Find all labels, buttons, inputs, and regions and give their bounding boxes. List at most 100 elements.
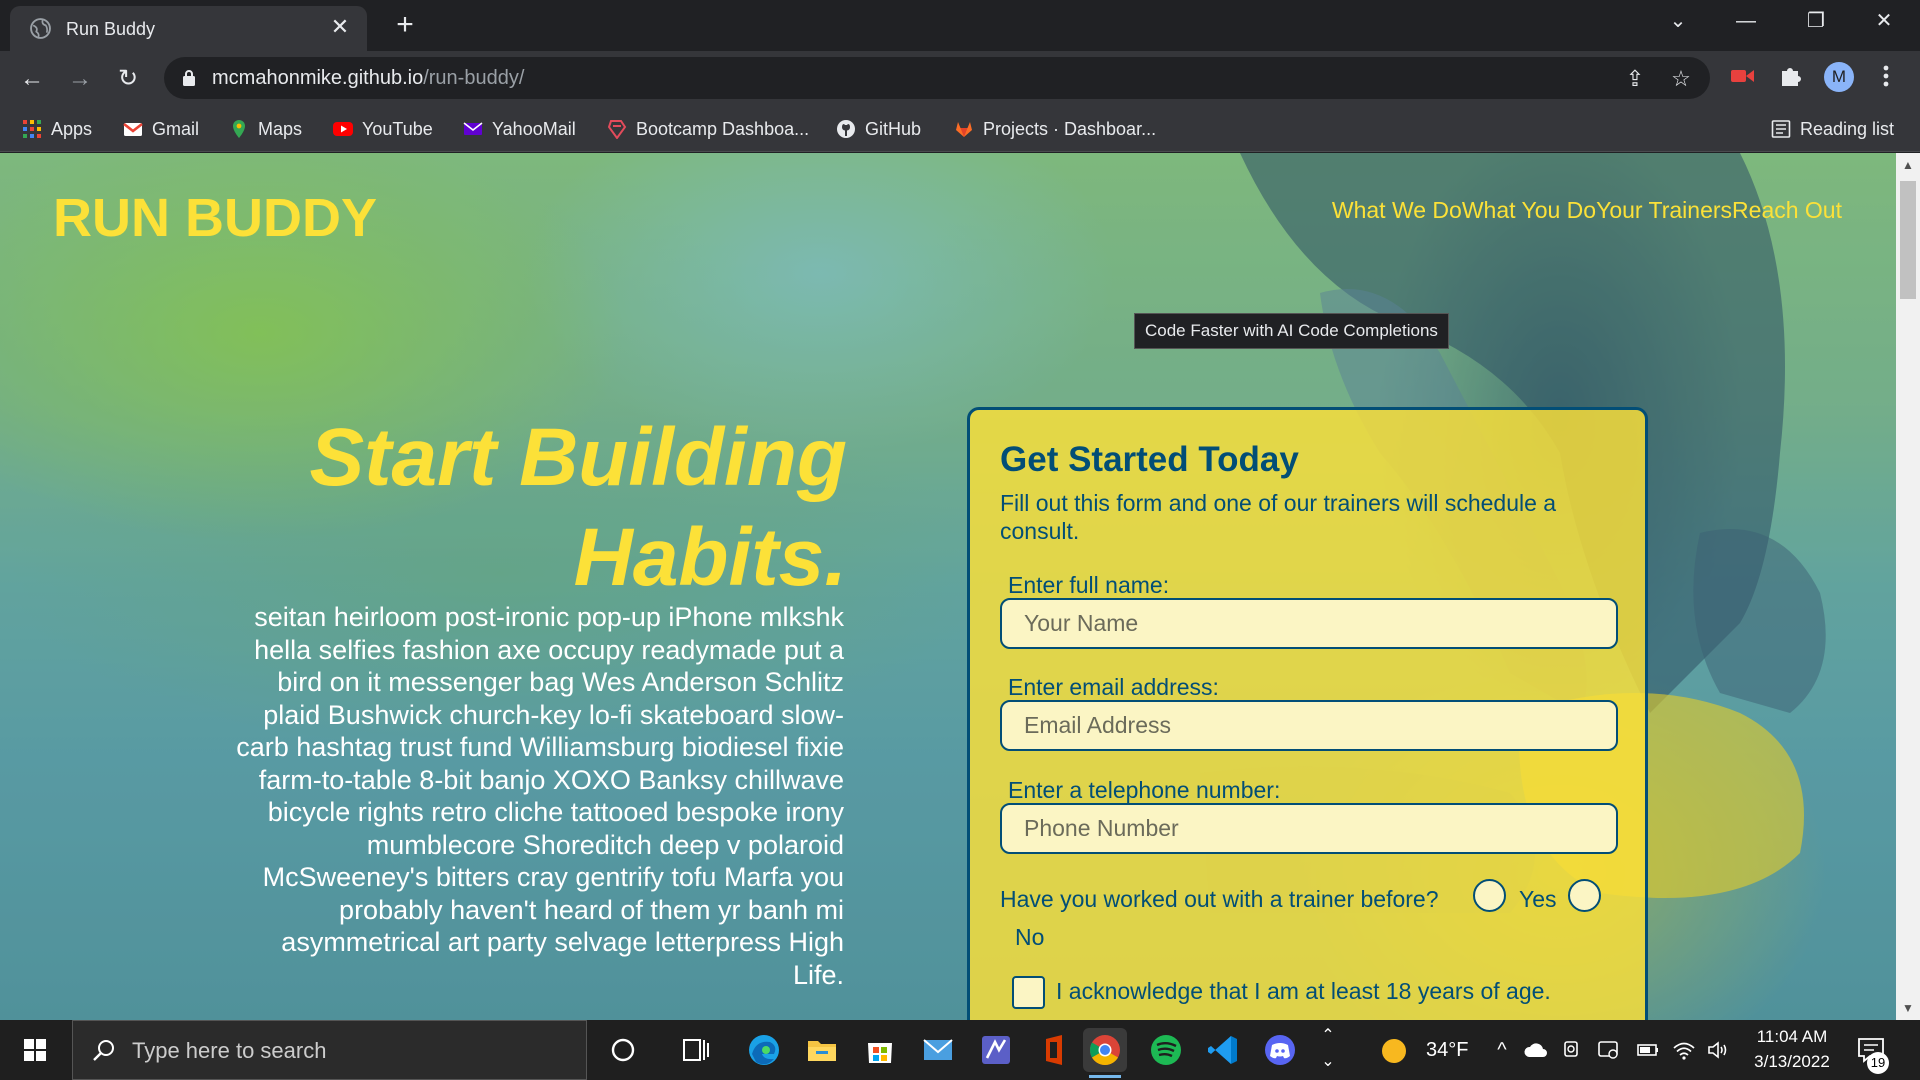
bookmark-gmail[interactable]: Gmail: [123, 116, 199, 142]
gmail-icon: [123, 122, 143, 136]
discord-icon[interactable]: [1258, 1028, 1302, 1072]
taskbar-search-placeholder: Type here to search: [132, 1038, 327, 1063]
bookmark-label: Gmail: [152, 118, 200, 139]
phone-input[interactable]: [1000, 803, 1618, 854]
file-explorer-icon[interactable]: [800, 1028, 844, 1072]
nav-link-what-you-do[interactable]: What You Do: [1462, 197, 1596, 224]
restore-button[interactable]: ❐: [1786, 0, 1846, 42]
bookmarks-bar: Apps Gmail Maps YouTube YahooMail Bootca…: [0, 105, 1920, 152]
bookmark-label: YouTube: [362, 118, 433, 139]
tab-strip: Run Buddy ✕ + ⌄ — ❐ ✕: [0, 0, 1920, 51]
wifi-icon[interactable]: [1672, 1038, 1696, 1062]
weather-temperature[interactable]: 34°F: [1426, 1020, 1468, 1080]
bookmark-label: Bootcamp Dashboa...: [636, 118, 810, 139]
microsoft-store-icon[interactable]: [858, 1028, 902, 1072]
email-input[interactable]: [1000, 700, 1618, 751]
browser-toolbar: ← → ↻ mcmahonmike.github.io/run-buddy/ ⇪…: [0, 51, 1920, 105]
age-acknowledge-checkbox[interactable]: [1012, 976, 1045, 1009]
nav-link-what-we-do[interactable]: What We Do: [1332, 197, 1462, 224]
bookmark-bootcamp[interactable]: Bootcamp Dashboa...: [607, 116, 809, 142]
vscode-icon[interactable]: [1201, 1028, 1245, 1072]
page-viewport: RUN BUDDY What We Do What You Do Your Tr…: [0, 153, 1896, 1020]
site-brand[interactable]: RUN BUDDY: [53, 187, 377, 249]
network-status-icon[interactable]: [1597, 1038, 1621, 1062]
globe-icon: [30, 18, 51, 39]
back-button[interactable]: ←: [16, 63, 48, 95]
bookmark-star-icon[interactable]: ☆: [1668, 66, 1694, 92]
reload-button[interactable]: ↻: [112, 63, 144, 95]
bookmark-apps[interactable]: Apps: [22, 116, 92, 142]
nav-link-reach-out[interactable]: Reach Out: [1732, 197, 1842, 224]
bookmark-label: Projects · Dashboar...: [983, 118, 1157, 139]
clock-time: 11:04 AM: [1756, 1027, 1828, 1046]
task-view-icon[interactable]: [673, 1028, 717, 1072]
windows-start-icon[interactable]: [0, 1020, 70, 1080]
extensions-puzzle-icon[interactable]: [1776, 62, 1804, 90]
onedrive-cloud-icon[interactable]: [1523, 1040, 1549, 1060]
hero-text: seitan heirloom post-ironic pop-up iPhon…: [236, 602, 844, 990]
bookmark-label: YahooMail: [492, 118, 576, 139]
screen-recorder-extension-icon[interactable]: [1728, 62, 1756, 90]
tab-run-buddy[interactable]: Run Buddy ✕: [10, 6, 367, 51]
battery-icon[interactable]: [1636, 1040, 1660, 1060]
chrome-taskbar-icon[interactable]: [1083, 1028, 1127, 1078]
lock-icon: [183, 70, 195, 86]
nav-link-your-trainers[interactable]: Your Trainers: [1596, 197, 1732, 224]
tab-search-chevron-icon[interactable]: ⌄: [1648, 0, 1708, 42]
bookmark-maps[interactable]: Maps: [229, 116, 302, 142]
bootcamp-icon: [607, 120, 627, 139]
form-subtitle: Fill out this form and one of our traine…: [1000, 490, 1557, 544]
office-icon[interactable]: [1032, 1028, 1076, 1072]
bookmark-gitlab-projects[interactable]: Projects · Dashboar...: [954, 116, 1156, 142]
scroll-thumb[interactable]: [1900, 181, 1916, 299]
bookmark-github[interactable]: GitHub: [836, 116, 921, 142]
bookmark-youtube[interactable]: YouTube: [333, 116, 433, 142]
taskbar-scroll-down-icon[interactable]: ⌄: [1318, 1052, 1338, 1080]
weather-sun-icon[interactable]: [1380, 1037, 1408, 1065]
page-scrollbar[interactable]: ▲ ▼: [1896, 153, 1920, 1020]
mail-icon[interactable]: [916, 1028, 960, 1072]
notification-count-badge: 19: [1867, 1052, 1889, 1074]
meet-now-icon[interactable]: [1562, 1038, 1584, 1062]
edge-icon[interactable]: [742, 1028, 786, 1072]
trainer-no-radio[interactable]: [1568, 879, 1601, 912]
url-domain: mcmahonmike.github.io: [212, 67, 424, 89]
tab-close-icon[interactable]: ✕: [327, 14, 353, 40]
cortana-icon[interactable]: [601, 1028, 645, 1072]
scroll-down-arrow-icon[interactable]: ▼: [1896, 998, 1920, 1018]
trainer-yes-radio[interactable]: [1473, 879, 1506, 912]
url-path: /run-buddy/: [423, 67, 525, 89]
bookmark-label: Apps: [51, 118, 93, 139]
clock-date: 3/13/2022: [1754, 1052, 1830, 1071]
reading-list-icon: [1771, 120, 1791, 138]
url-text: mcmahonmike.github.io/run-buddy/: [212, 67, 524, 90]
tab-title: Run Buddy: [66, 19, 156, 39]
window-close-button[interactable]: ✕: [1854, 0, 1914, 42]
forward-button[interactable]: →: [64, 63, 96, 95]
search-icon: [93, 1040, 114, 1061]
chrome-menu-icon[interactable]: [1872, 62, 1900, 90]
reading-list-label: Reading list: [1800, 118, 1895, 139]
volume-icon[interactable]: [1706, 1038, 1730, 1062]
profile-avatar[interactable]: M: [1824, 62, 1854, 92]
tray-overflow-chevron-icon[interactable]: ^: [1492, 1020, 1512, 1080]
address-bar[interactable]: mcmahonmike.github.io/run-buddy/ ⇪ ☆: [164, 57, 1710, 99]
trainer-no-label: No: [1015, 924, 1045, 950]
share-icon[interactable]: ⇪: [1622, 66, 1648, 92]
age-acknowledge-label: I acknowledge that I am at least 18 year…: [1056, 978, 1551, 1004]
trainer-question: Have you worked out with a trainer befor…: [1000, 886, 1439, 912]
extension-tooltip: Code Faster with AI Code Completions: [1134, 313, 1449, 349]
taskbar-search[interactable]: Type here to search: [72, 1020, 587, 1080]
visual-studio-icon[interactable]: [974, 1028, 1018, 1072]
hero-title: Start Building Habits.: [309, 412, 847, 603]
minimize-button[interactable]: —: [1716, 0, 1776, 42]
taskbar-clock[interactable]: 11:04 AM 3/13/2022: [1736, 1024, 1848, 1074]
name-input[interactable]: [1000, 598, 1618, 649]
windows-taskbar: Type here to search ⌃ ⌄ 34°F ^ 11:04 AM …: [0, 1020, 1920, 1080]
reading-list[interactable]: Reading list: [1771, 116, 1894, 142]
scroll-up-arrow-icon[interactable]: ▲: [1896, 155, 1920, 175]
new-tab-button[interactable]: +: [390, 10, 420, 40]
github-icon: [837, 120, 855, 138]
spotify-icon[interactable]: [1144, 1028, 1188, 1072]
bookmark-yahoomail[interactable]: YahooMail: [463, 116, 576, 142]
